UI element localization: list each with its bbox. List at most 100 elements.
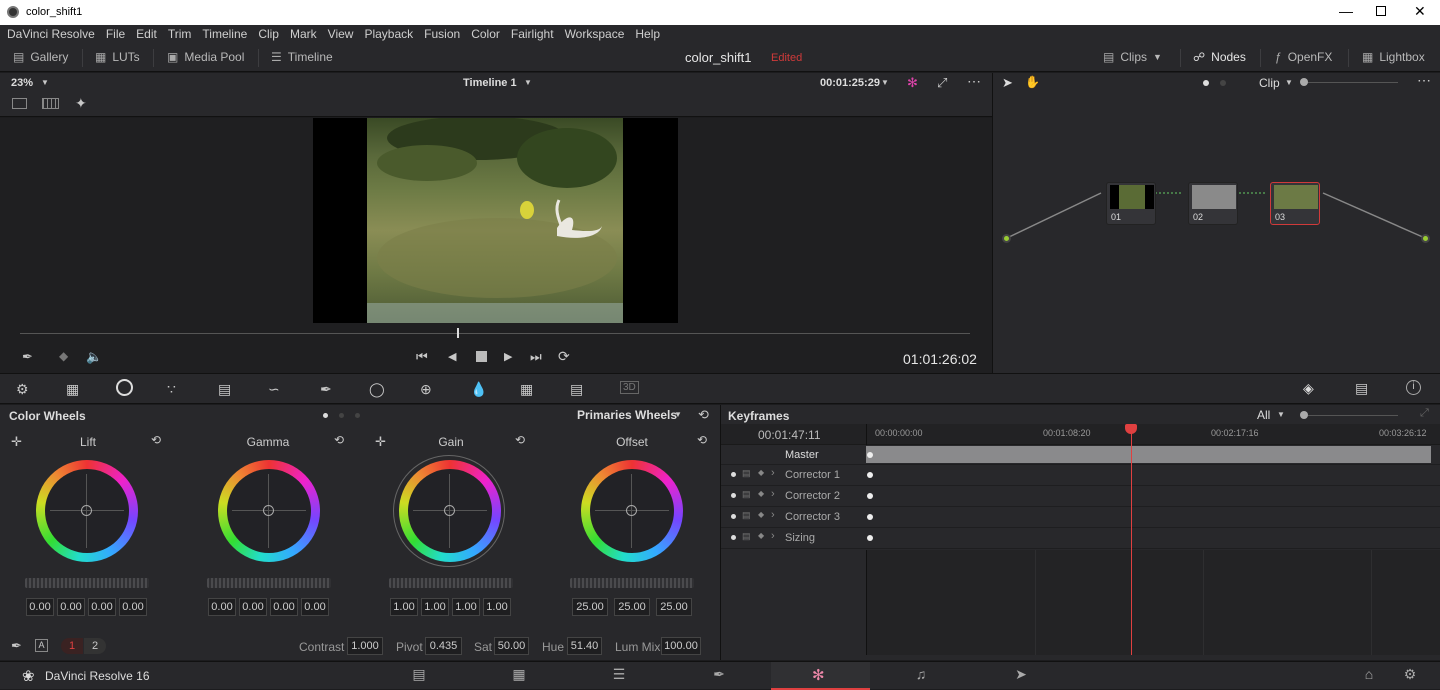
gamma-b-value[interactable]: 0.00: [301, 598, 329, 616]
close-icon[interactable]: ✕: [1414, 3, 1426, 20]
window-icon[interactable]: ◯: [369, 381, 385, 398]
info-icon[interactable]: i: [1406, 380, 1421, 395]
page-dot[interactable]: [339, 413, 344, 418]
page-1-button[interactable]: 1: [61, 638, 83, 654]
crosshair-icon[interactable]: ✛: [375, 434, 386, 450]
contrast-value[interactable]: 1.000: [347, 637, 383, 655]
lift-master-slider[interactable]: [25, 578, 149, 588]
gain-b-value[interactable]: 1.00: [483, 598, 511, 616]
menu-trim[interactable]: Trim: [168, 27, 192, 41]
zoom-slider[interactable]: [1308, 415, 1398, 416]
keyframe-dot[interactable]: [867, 472, 873, 478]
eyedropper-icon[interactable]: ✒: [22, 349, 33, 365]
edit-page-icon[interactable]: ☰: [605, 666, 633, 686]
keyframe-dot[interactable]: [867, 493, 873, 499]
crosshair-icon[interactable]: ✛: [11, 434, 22, 450]
sizing-icon[interactable]: ▤: [570, 381, 583, 398]
keyframe-diamond-icon[interactable]: ◆: [758, 531, 764, 540]
menu-file[interactable]: File: [106, 27, 125, 41]
chevron-down-icon[interactable]: ▼: [41, 78, 49, 87]
motion-effects-icon[interactable]: ▤: [218, 381, 231, 398]
home-icon[interactable]: ⌂: [1355, 666, 1383, 686]
luts-button[interactable]: ▦ LUTs: [95, 50, 140, 64]
3d-icon[interactable]: 3D: [620, 381, 639, 394]
lock-icon[interactable]: ▤: [742, 489, 751, 500]
deliver-page-icon[interactable]: ➤: [1007, 666, 1035, 686]
keyframe-diamond-icon[interactable]: ◆: [758, 468, 764, 477]
auto-icon[interactable]: A: [35, 639, 48, 652]
menu-workspace[interactable]: Workspace: [565, 27, 625, 41]
keyframe-dot[interactable]: [867, 452, 873, 458]
play-icon[interactable]: ▶: [504, 350, 512, 363]
lightbox-button[interactable]: ▦ Lightbox: [1362, 50, 1425, 64]
camera-raw-icon[interactable]: ⚙: [16, 381, 29, 398]
pivot-value[interactable]: 0.435: [425, 637, 462, 655]
zoom-dropdown[interactable]: 23%: [11, 77, 33, 89]
auto-balance-icon[interactable]: ✒: [11, 638, 22, 654]
page-2-button[interactable]: 2: [84, 638, 106, 654]
qualifier-icon[interactable]: ✒: [320, 381, 332, 398]
fullscreen-icon[interactable]: ⤢: [937, 75, 947, 91]
nodes-button[interactable]: ☍ Nodes: [1193, 50, 1246, 64]
color-picker-icon[interactable]: ✻: [907, 75, 918, 91]
keyframe-dot[interactable]: [867, 535, 873, 541]
lift-wheel[interactable]: [36, 460, 138, 562]
filter-dropdown[interactable]: All: [1257, 408, 1270, 422]
tracker-icon[interactable]: ⊕: [420, 381, 432, 398]
media-page-icon[interactable]: ▤: [405, 666, 433, 686]
layers-icon[interactable]: ◆: [59, 349, 68, 363]
visibility-dot-icon[interactable]: [731, 514, 736, 519]
scopes-icon[interactable]: ▤: [1355, 380, 1368, 397]
keyframe-row-corrector-3[interactable]: ▤ ◆ › Corrector 3: [721, 507, 1440, 528]
hue-value[interactable]: 51.40: [567, 637, 602, 655]
gain-g-value[interactable]: 1.00: [452, 598, 480, 616]
keyframe-row-master[interactable]: Master: [721, 445, 1440, 465]
page-dot-active[interactable]: [323, 413, 328, 418]
color-wheels-icon[interactable]: [116, 379, 133, 396]
zoom-slider-handle[interactable]: [1300, 411, 1308, 419]
curves-icon[interactable]: ∽: [268, 381, 280, 398]
menu-mark[interactable]: Mark: [290, 27, 317, 41]
menu-playback[interactable]: Playback: [364, 27, 413, 41]
playhead-line[interactable]: [1131, 429, 1132, 655]
scrubber-track[interactable]: [20, 333, 970, 334]
lift-r-value[interactable]: 0.00: [57, 598, 85, 616]
chevron-down-icon[interactable]: ▼: [524, 78, 532, 87]
fusion-page-icon[interactable]: ✒: [705, 666, 733, 686]
page-dot[interactable]: [355, 413, 360, 418]
node-01[interactable]: 01: [1106, 182, 1156, 225]
gamma-g-value[interactable]: 0.00: [270, 598, 298, 616]
color-page-tab[interactable]: ✻: [771, 662, 870, 690]
keyframe-row-corrector-1[interactable]: ▤ ◆ › Corrector 1: [721, 465, 1440, 486]
offset-master-slider[interactable]: [570, 578, 694, 588]
chevron-down-icon[interactable]: ▼: [674, 410, 682, 419]
lift-b-value[interactable]: 0.00: [119, 598, 147, 616]
visibility-dot-icon[interactable]: [731, 472, 736, 477]
chevron-down-icon[interactable]: ▼: [881, 78, 889, 87]
menu-color[interactable]: Color: [471, 27, 500, 41]
rgb-mixer-icon[interactable]: ∵: [167, 381, 176, 398]
color-match-icon[interactable]: ▦: [66, 381, 79, 398]
lift-y-value[interactable]: 0.00: [26, 598, 54, 616]
lock-icon[interactable]: ▤: [742, 468, 751, 479]
node-03[interactable]: 03: [1270, 182, 1320, 225]
reset-icon[interactable]: ⟲: [334, 433, 344, 447]
output-node[interactable]: [1421, 234, 1430, 243]
fairlight-page-icon[interactable]: ♫: [907, 666, 935, 686]
media-pool-button[interactable]: ▣ Media Pool: [167, 50, 244, 64]
visibility-dot-icon[interactable]: [731, 535, 736, 540]
expand-arrow-icon[interactable]: ›: [771, 488, 775, 500]
speaker-icon[interactable]: 🔈: [86, 349, 102, 365]
more-options-icon[interactable]: ⋯: [967, 73, 981, 90]
menu-fairlight[interactable]: Fairlight: [511, 27, 554, 41]
offset-g-value[interactable]: 25.00: [614, 598, 650, 616]
timeline-name[interactable]: Timeline 1: [463, 77, 517, 89]
reset-all-icon[interactable]: ⟲: [698, 407, 709, 423]
menu-timeline[interactable]: Timeline: [202, 27, 247, 41]
play-reverse-icon[interactable]: ◀: [448, 350, 456, 363]
keyframe-row-sizing[interactable]: ▤ ◆ › Sizing: [721, 528, 1440, 549]
menu-view[interactable]: View: [328, 27, 354, 41]
chevron-down-icon[interactable]: ▼: [1277, 410, 1285, 419]
clips-button[interactable]: ▤ Clips ▼: [1103, 50, 1162, 64]
timeline-button[interactable]: ☰ Timeline: [271, 50, 333, 64]
